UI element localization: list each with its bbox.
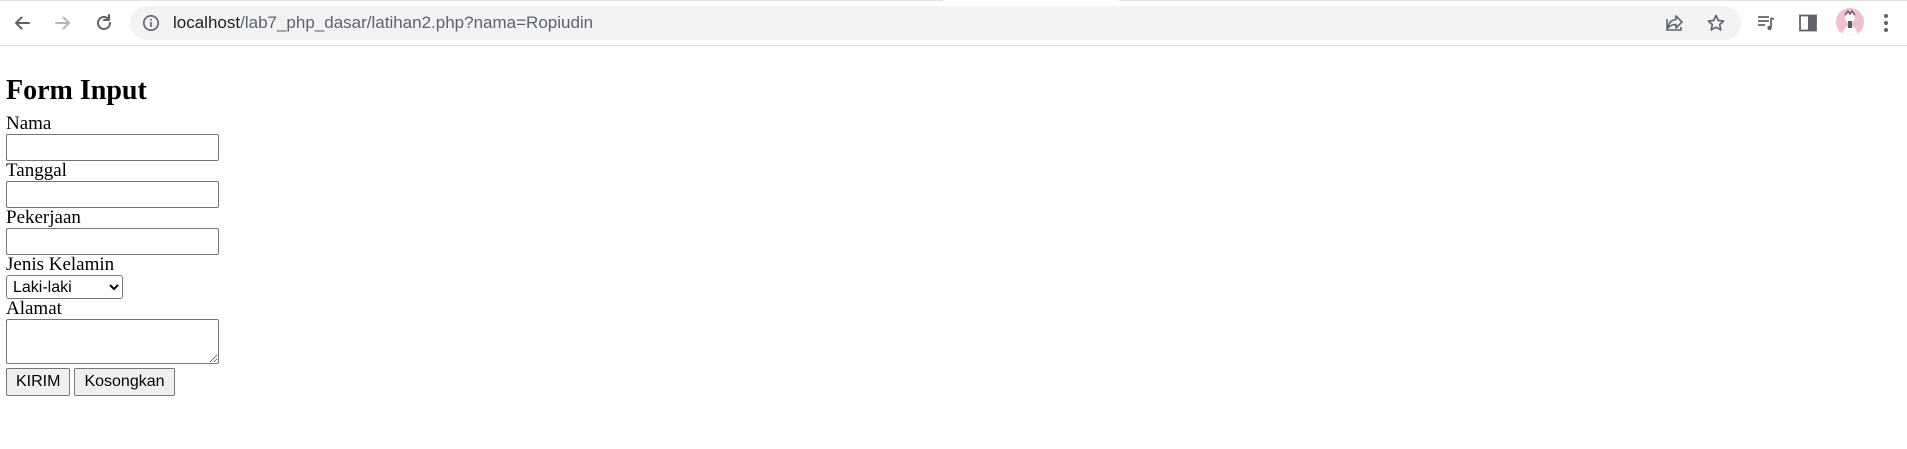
address-bar[interactable]: localhost/lab7_php_dasar/latihan2.php?na…: [130, 6, 1741, 40]
reload-button[interactable]: [89, 8, 119, 38]
media-queue-icon[interactable]: [1755, 12, 1777, 34]
side-panel-icon[interactable]: [1797, 12, 1819, 34]
pekerjaan-input[interactable]: [6, 228, 219, 255]
kebab-menu-icon[interactable]: [1880, 11, 1892, 35]
arrow-right-icon: [55, 16, 70, 30]
url-path: /lab7_php_dasar/latihan2.php?nama=Ropiud…: [240, 13, 594, 32]
star-icon[interactable]: [1706, 13, 1726, 33]
pekerjaan-label: Pekerjaan: [6, 207, 81, 228]
tanggal-input[interactable]: [6, 181, 219, 208]
profile-picture-icon: [1836, 8, 1864, 36]
tab-strip-edge: [0, 0, 1907, 1]
avatar[interactable]: [1836, 8, 1864, 36]
nama-label: Nama: [6, 113, 52, 134]
jenis-kelamin-label: Jenis Kelamin: [6, 254, 115, 275]
nama-input[interactable]: [6, 134, 219, 161]
info-icon[interactable]: [142, 14, 160, 32]
kosongkan-button[interactable]: Kosongkan: [74, 368, 175, 396]
jenis-kelamin-select[interactable]: Laki-laki: [6, 275, 123, 299]
alamat-label: Alamat: [6, 298, 62, 319]
forward-button[interactable]: [48, 8, 78, 38]
browser-toolbar: localhost/lab7_php_dasar/latihan2.php?na…: [0, 0, 1907, 46]
kirim-button[interactable]: KIRIM: [6, 368, 71, 396]
page-title: Form Input: [6, 75, 147, 106]
share-icon[interactable]: [1665, 13, 1685, 33]
alamat-textarea[interactable]: [6, 319, 219, 364]
url-text[interactable]: localhost/lab7_php_dasar/latihan2.php?na…: [173, 6, 593, 40]
url-host: localhost: [173, 13, 241, 32]
tanggal-label: Tanggal: [6, 160, 67, 181]
input-form: Nama Tanggal Pekerjaan Jenis Kelamin Lak…: [6, 114, 1907, 396]
back-button[interactable]: [7, 8, 37, 38]
page-content: Form Input Nama Tanggal Pekerjaan Jenis …: [0, 46, 1907, 396]
arrow-left-icon: [15, 16, 30, 30]
form-buttons: KIRIM Kosongkan: [6, 368, 1907, 396]
reload-icon: [97, 14, 111, 30]
